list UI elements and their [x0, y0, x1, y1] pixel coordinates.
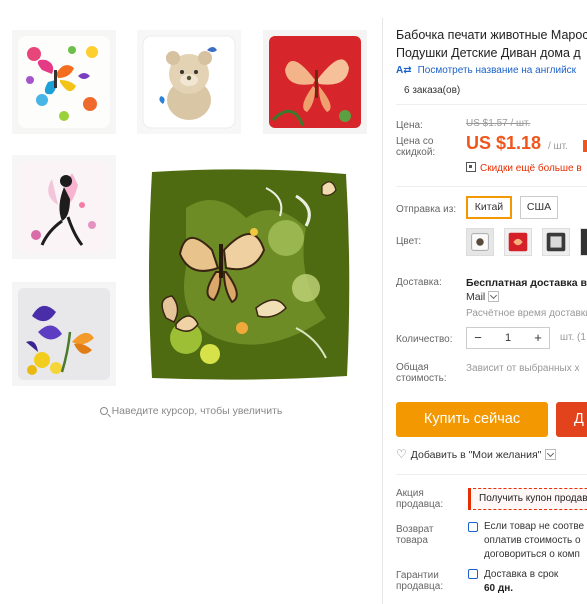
product-title-line-2: Подушки Детские Диван дома д: [396, 46, 581, 60]
quantity-increase-button[interactable]: +: [527, 328, 549, 348]
seller-guarantee-label: Гарантии продавца:: [396, 570, 443, 592]
thumbnail-3[interactable]: [263, 30, 367, 134]
seller-promo-label: Акция продавца:: [396, 488, 443, 510]
return-policy-text: Если товар не соотве оплатив стоимость о…: [484, 520, 584, 562]
discount-price-label: Цена со скидкой:: [396, 136, 435, 158]
chevron-down-icon: [488, 291, 500, 302]
product-details: Бабочка печати животные Мароc Подушки Де…: [396, 0, 587, 604]
total-label: Общая стоимость:: [396, 362, 447, 384]
pillow-red-butterfly-image: [263, 30, 367, 134]
translate-title-link[interactable]: A⇄ Посмотреть название на английск: [396, 65, 576, 76]
column-divider: [382, 18, 383, 604]
add-to-wishlist-button[interactable]: ♡ Добавить в "Мои желания": [396, 447, 557, 461]
orders-count: 6 заказа(ов): [404, 85, 461, 96]
swatch-dark-pillow-image: [543, 229, 569, 255]
chevron-down-icon[interactable]: [545, 449, 557, 460]
heart-icon: ♡: [396, 447, 407, 461]
quantity-input[interactable]: 1: [489, 328, 527, 348]
price-label: Цена:: [396, 120, 423, 131]
guarantee-line-1: Доставка в срок: [484, 569, 559, 580]
zoom-hint: Наведите курсор, чтобы увеличить: [0, 405, 382, 417]
quantity-stepper: − 1 +: [466, 327, 550, 349]
add-to-cart-button[interactable]: Д: [556, 402, 587, 437]
wishlist-label: Добавить в "Мои желания": [410, 449, 542, 461]
seller-promo-label-line-2: продавца:: [396, 499, 444, 510]
shipping-title: Бесплатная доставка в: [466, 277, 587, 289]
discount-price-label-line-1: Цена со: [396, 136, 434, 147]
main-product-image[interactable]: [146, 168, 353, 382]
pillow-fairy-image: [12, 155, 116, 259]
color-swatch-2[interactable]: [504, 228, 532, 256]
original-price: US $1.57 / шт.: [466, 118, 531, 129]
return-label-line-1: Возврат: [396, 524, 434, 535]
thumbnail-1[interactable]: [12, 30, 116, 134]
buy-now-button[interactable]: Купить сейчас: [396, 402, 548, 437]
return-policy-line-1: Если товар не соотве: [484, 521, 585, 532]
shipping-method-dropdown[interactable]: Mail: [466, 291, 500, 303]
zoom-hint-text: Наведите курсор, чтобы увеличить: [111, 405, 283, 417]
delivery-truck-icon: [468, 569, 478, 579]
thumbnail-2[interactable]: [137, 30, 241, 134]
guarantee-text: Доставка в срок 60 дн.: [484, 568, 558, 596]
total-label-line-2: стоимость:: [396, 373, 447, 384]
ship-from-china-option[interactable]: Китай: [466, 196, 512, 219]
guarantee-line-2: 60 дн.: [484, 582, 558, 596]
price-unit: / шт.: [548, 141, 568, 152]
pillow-butterflies-green-image: [146, 168, 353, 382]
pillow-iris-butterfly-image: [12, 282, 116, 386]
product-title: Бабочка печати животные Мароc Подушки Де…: [396, 26, 587, 62]
seller-guarantee-label-line-1: Гарантии: [396, 570, 439, 581]
quantity-label: Количество:: [396, 334, 453, 345]
swatch-white-pillow-image: [467, 229, 493, 255]
image-gallery: Наведите курсор, чтобы увеличить: [0, 0, 382, 604]
guarantee-days: 60 дн.: [484, 583, 514, 594]
magnifier-icon: [99, 407, 108, 415]
shipping-estimate: Расчётное время доставки: [466, 308, 587, 319]
divider: [396, 186, 587, 187]
swatch-red-pillow-image: [505, 229, 531, 255]
return-label-line-2: товара: [396, 535, 428, 546]
shipping-method: Mail: [466, 291, 486, 303]
return-policy-line-3: договориться о комп: [484, 549, 580, 560]
color-swatch-1[interactable]: [466, 228, 494, 256]
pillow-butterflies-flowers-image: [12, 30, 116, 134]
divider: [396, 474, 587, 475]
total-label-line-1: Общая: [396, 362, 429, 373]
seller-promo-label-line-1: Акция: [396, 488, 424, 499]
bulk-discount-link[interactable]: Скидки ещё больше в: [466, 162, 582, 174]
quantity-decrease-button[interactable]: −: [467, 328, 489, 348]
total-value: Зависит от выбранных х: [466, 363, 580, 374]
swatch-pillow-image: [581, 229, 587, 255]
ship-from-usa-option[interactable]: США: [520, 196, 558, 219]
thumbnail-5[interactable]: [12, 282, 116, 386]
translate-icon: A⇄: [396, 65, 412, 76]
pillow-bear-image: [137, 30, 241, 134]
product-title-line-1: Бабочка печати животные Мароc: [396, 28, 587, 42]
color-swatch-3[interactable]: [542, 228, 570, 256]
ship-from-label: Отправка из:: [396, 204, 457, 215]
return-policy-line-2: оплатив стоимость о: [484, 535, 581, 546]
get-coupon-button[interactable]: Получить купон продав: [468, 488, 587, 510]
return-label: Возврат товара: [396, 524, 434, 546]
discount-badge: [583, 140, 587, 152]
color-label: Цвет:: [396, 236, 422, 247]
thumbnail-4[interactable]: [12, 155, 116, 259]
qr-code-icon: [466, 162, 476, 172]
translate-title-text: Посмотреть название на английск: [417, 65, 577, 76]
divider: [396, 104, 587, 105]
quantity-available: шт. (1: [560, 332, 586, 343]
color-swatch-4[interactable]: [580, 228, 587, 256]
discount-price: US $1.18: [466, 133, 542, 153]
bulk-discount-text: Скидки ещё больше в: [480, 163, 582, 174]
seller-guarantee-label-line-2: продавца:: [396, 581, 444, 592]
return-policy-icon: [468, 522, 478, 532]
shipping-label: Доставка:: [396, 277, 442, 288]
discount-price-label-line-2: скидкой:: [396, 147, 436, 158]
